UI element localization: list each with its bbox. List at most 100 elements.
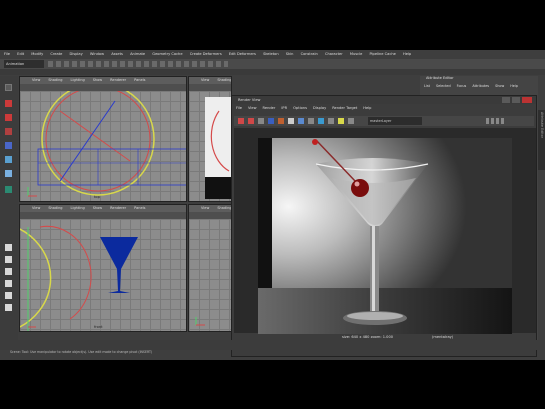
render-layout-icon[interactable]: [5, 304, 12, 311]
viewport-menu-shading[interactable]: Shading: [48, 206, 62, 210]
menu-item[interactable]: Pipeline Cache: [369, 52, 395, 56]
maximize-icon[interactable]: [512, 97, 520, 103]
single-pane-layout-icon[interactable]: [5, 244, 12, 251]
menu-item[interactable]: Modify: [31, 52, 43, 56]
rv-menu-display[interactable]: Display: [313, 106, 326, 110]
bottom-bar: [0, 340, 545, 350]
attribute-editor-tabs: List Selected Focus Attributes Show Help: [424, 84, 524, 88]
display-icon[interactable]: [338, 118, 344, 124]
menu-item[interactable]: Assets: [111, 52, 123, 56]
manip-line-red: [59, 110, 131, 162]
menu-item[interactable]: File: [4, 52, 10, 56]
render-image: [258, 138, 512, 334]
front-view-drawing: [20, 225, 138, 331]
menu-item[interactable]: Skeleton: [263, 52, 279, 56]
render-layer-dropdown[interactable]: masterLayer: [368, 117, 422, 125]
rv-menu-file[interactable]: File: [236, 106, 242, 110]
rv-menu-help[interactable]: Help: [363, 106, 371, 110]
redo-render-icon[interactable]: [238, 118, 244, 124]
select-tool-icon[interactable]: [5, 84, 12, 91]
viewport-toolbar: [20, 212, 186, 219]
viewport-menu-view[interactable]: View: [201, 78, 209, 82]
ae-tab-focus[interactable]: Focus: [457, 84, 467, 88]
viewport-menu-renderer[interactable]: Renderer: [110, 206, 126, 210]
rv-menu-ipr[interactable]: IPR: [281, 106, 287, 110]
lasso-tool-icon[interactable]: [5, 100, 12, 107]
attribute-editor-side-tab[interactable]: Attribute Editor: [538, 110, 545, 170]
viewport-menu-renderer[interactable]: Renderer: [110, 78, 126, 82]
minimize-icon[interactable]: [502, 97, 510, 103]
menu-item[interactable]: Character: [325, 52, 343, 56]
alpha-channel-icon[interactable]: [288, 118, 294, 124]
render-info-line1: size: 640 x 480 zoom: 1.000: [342, 335, 394, 339]
rv-menu-view[interactable]: View: [248, 106, 257, 110]
rv-menu-render-target[interactable]: Render Target: [332, 106, 357, 110]
shelf-row: [0, 69, 545, 75]
menu-item[interactable]: Animate: [130, 52, 145, 56]
hdr-icon[interactable]: [348, 118, 354, 124]
remove-image-icon[interactable]: [308, 118, 314, 124]
ipr-icon[interactable]: [248, 118, 254, 124]
two-pane-layout-icon[interactable]: [5, 268, 12, 275]
viewport-menu-show[interactable]: Show: [93, 206, 102, 210]
snapshot-icon[interactable]: [258, 118, 264, 124]
ae-tab-help[interactable]: Help: [510, 84, 518, 88]
viewport-menu: View Shading: [189, 77, 231, 84]
graph-layout-icon[interactable]: [5, 292, 12, 299]
menu-item[interactable]: Skin: [286, 52, 294, 56]
paint-select-tool-icon[interactable]: [5, 114, 12, 121]
viewport-menu-lighting[interactable]: Lighting: [71, 206, 85, 210]
menu-item[interactable]: Window: [90, 52, 104, 56]
viewport-menu-panels[interactable]: Panels: [134, 206, 145, 210]
viewport-top[interactable]: View Shading Lighting Show Renderer Panels to…: [19, 76, 187, 202]
ae-tab-show[interactable]: Show: [495, 84, 504, 88]
ae-tab-list[interactable]: List: [424, 84, 430, 88]
viewport-menu-show[interactable]: Show: [93, 78, 102, 82]
viewport-menu-view[interactable]: View: [32, 78, 40, 82]
viewport-menu-view[interactable]: View: [201, 206, 209, 210]
viewport-persp[interactable]: View Shading: [188, 204, 232, 332]
menu-item[interactable]: Constrain: [301, 52, 318, 56]
menu-item[interactable]: Edit: [17, 52, 24, 56]
region-render-icon[interactable]: [268, 118, 274, 124]
viewport-menu-shading[interactable]: Shading: [48, 78, 62, 82]
menu-item[interactable]: Edit Deformers: [229, 52, 256, 56]
side-view-drawing: [205, 97, 231, 199]
side-tab-label: Attribute Editor: [540, 112, 544, 139]
rotate-tool-icon[interactable]: [5, 142, 12, 149]
scroll-arrows-icon[interactable]: [486, 118, 506, 124]
viewport-side[interactable]: View Shading: [188, 76, 232, 202]
last-tool-icon[interactable]: [5, 186, 12, 193]
viewport-menu-lighting[interactable]: Lighting: [71, 78, 85, 82]
menu-item[interactable]: Create Deformers: [190, 52, 222, 56]
outliner-layout-icon[interactable]: [5, 280, 12, 287]
viewport-menu: View Shading Lighting Show Renderer Panels: [20, 77, 186, 84]
render-view-window: Render View File View Render IPR Options Disp…: [231, 95, 537, 357]
ae-tab-selected[interactable]: Selected: [436, 84, 451, 88]
display-fit-icon[interactable]: [328, 118, 334, 124]
viewport-front[interactable]: View Shading Lighting Show Renderer Panels fr…: [19, 204, 187, 332]
rv-menu-options[interactable]: Options: [293, 106, 307, 110]
scale-tool-icon[interactable]: [5, 156, 12, 163]
ae-tab-attributes[interactable]: Attributes: [472, 84, 489, 88]
menu-item[interactable]: Display: [69, 52, 82, 56]
rgb-channel-icon[interactable]: [278, 118, 284, 124]
mode-dropdown[interactable]: Animation: [4, 60, 44, 68]
close-icon[interactable]: [522, 97, 532, 103]
menu-item[interactable]: Muscle: [350, 52, 362, 56]
viewport-menu-shading[interactable]: Shading: [217, 206, 231, 210]
viewport-toolbar: [189, 212, 231, 219]
display-real-size-icon[interactable]: [318, 118, 324, 124]
viewport-menu-shading[interactable]: Shading: [217, 78, 231, 82]
viewport-menu-panels[interactable]: Panels: [134, 78, 145, 82]
menu-item[interactable]: Help: [403, 52, 411, 56]
menu-item[interactable]: Create: [50, 52, 62, 56]
rv-menu-render[interactable]: Render: [263, 106, 276, 110]
keep-image-icon[interactable]: [298, 118, 304, 124]
menu-item[interactable]: Geometry Cache: [152, 52, 182, 56]
toolbox: [0, 76, 18, 340]
move-tool-icon[interactable]: [5, 128, 12, 135]
viewport-menu-view[interactable]: View: [32, 206, 40, 210]
four-pane-layout-icon[interactable]: [5, 256, 12, 263]
manipulator-icon[interactable]: [5, 170, 12, 177]
